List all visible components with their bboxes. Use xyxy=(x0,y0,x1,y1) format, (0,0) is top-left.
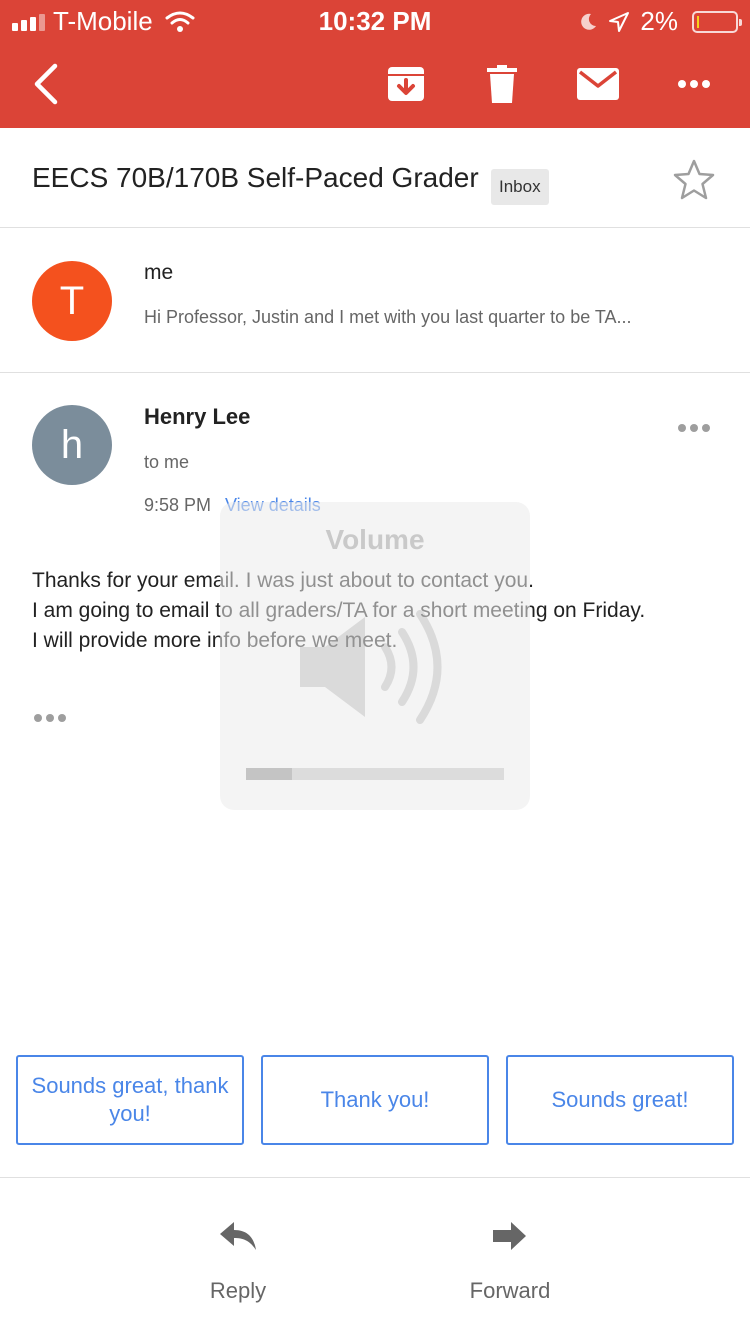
more-dot-icon xyxy=(690,424,698,432)
volume-hud: Volume xyxy=(220,502,530,810)
ellipsis-dot-icon xyxy=(34,714,42,722)
reply-label: Reply xyxy=(209,1278,267,1303)
reply-icon xyxy=(220,1222,256,1250)
message-recipient: to me xyxy=(144,452,190,472)
smart-reply-button[interactable]: Sounds great, thank you! xyxy=(16,1055,244,1145)
more-dot-icon xyxy=(702,424,710,432)
back-button[interactable] xyxy=(26,62,66,106)
message-time: 9:58 PM xyxy=(144,495,212,515)
back-icon xyxy=(34,63,58,105)
inbox-label-badge[interactable]: Inbox xyxy=(491,169,549,205)
delete-button[interactable] xyxy=(482,62,522,106)
moon-icon xyxy=(581,13,597,30)
forward-icon xyxy=(493,1222,526,1250)
speaker-icon xyxy=(300,610,442,724)
smart-reply-button[interactable]: Thank you! xyxy=(261,1055,489,1145)
forward-label: Forward xyxy=(469,1278,551,1303)
status-right: 2% xyxy=(578,6,742,37)
ellipsis-dot-icon xyxy=(58,714,66,722)
more-options-button[interactable] xyxy=(676,62,712,106)
message-collapsed[interactable]: T me Hi Professor, Justin and I met with… xyxy=(0,229,750,373)
subject-row: EECS 70B/170B Self-Paced Grader Inbox xyxy=(0,128,750,228)
smart-reply-button[interactable]: Sounds great! xyxy=(506,1055,734,1145)
divider xyxy=(0,1177,750,1178)
forward-button[interactable]: Forward xyxy=(430,1208,590,1304)
reply-button[interactable]: Reply xyxy=(158,1208,318,1304)
ellipsis-dot-icon xyxy=(46,714,54,722)
volume-level-bar xyxy=(246,768,504,780)
star-button[interactable] xyxy=(670,156,718,204)
battery-percent: 2% xyxy=(640,6,678,36)
avatar: h xyxy=(32,405,112,485)
show-trimmed-content-button[interactable] xyxy=(34,714,66,722)
volume-level-fill xyxy=(246,768,293,780)
archive-icon xyxy=(388,67,424,101)
email-subject: EECS 70B/170B Self-Paced Grader xyxy=(32,162,479,193)
delete-icon xyxy=(487,65,517,103)
more-icon xyxy=(678,80,710,88)
toolbar xyxy=(0,42,750,128)
battery-icon xyxy=(692,10,742,33)
archive-button[interactable] xyxy=(386,62,426,106)
location-icon xyxy=(609,11,630,32)
message-sender: Henry Lee xyxy=(144,404,251,429)
status-bar: T-Mobile 10:32 PM 2% xyxy=(0,0,750,42)
message-more-button[interactable] xyxy=(674,416,714,440)
message-sender: me xyxy=(144,261,174,284)
top-app-bar: T-Mobile 10:32 PM 2% xyxy=(0,0,750,128)
smart-replies: Sounds great, thank you! Thank you! Soun… xyxy=(16,1055,734,1145)
avatar: T xyxy=(32,261,112,341)
mark-unread-button[interactable] xyxy=(576,62,620,106)
volume-title: Volume xyxy=(325,524,425,555)
mail-icon xyxy=(577,68,619,100)
star-icon xyxy=(673,159,715,200)
message-snippet: Hi Professor, Justin and I met with you … xyxy=(144,307,632,327)
more-dot-icon xyxy=(678,424,686,432)
